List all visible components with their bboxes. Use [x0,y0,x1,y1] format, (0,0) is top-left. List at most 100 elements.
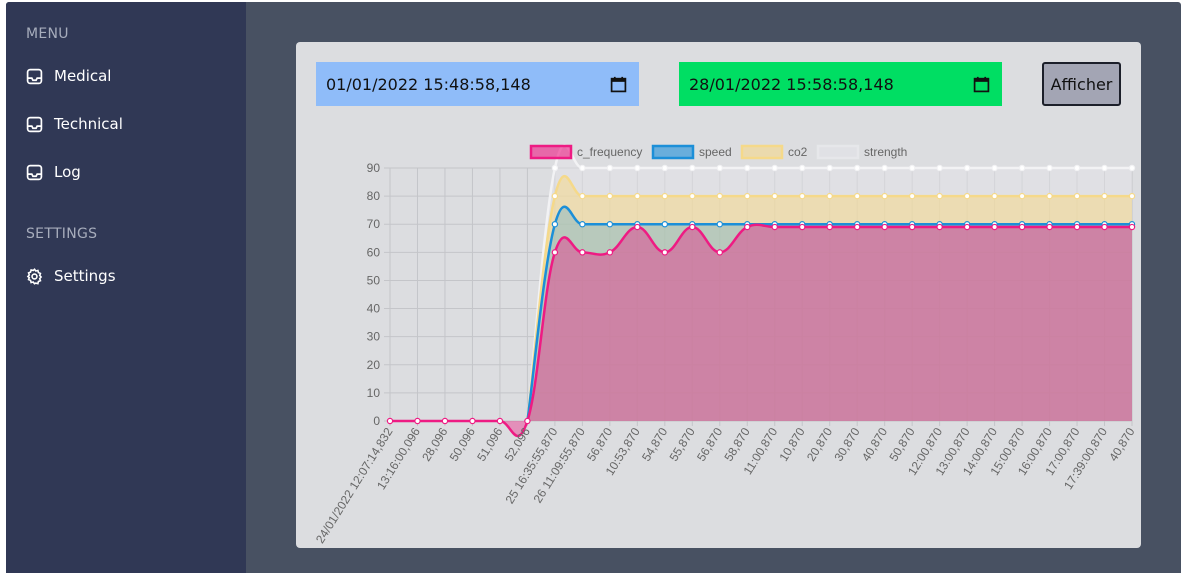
x-tick-label: 30,870 [831,425,862,464]
point-co2 [908,192,916,200]
legend-label-strength: strength [864,145,907,159]
point-co2 [606,192,614,200]
point-strength [1073,164,1081,172]
sidebar-item-label: Log [54,163,81,181]
point-strength [799,164,806,172]
point-co2 [991,192,998,200]
inbox-icon [26,164,43,181]
point-strength [716,164,723,172]
y-tick-label: 70 [367,217,381,231]
point-co2 [826,192,833,200]
point-strength [1046,164,1053,172]
point-co2 [1073,192,1081,200]
point-co2 [881,192,888,200]
x-tick-label: 54,870 [639,425,670,464]
point-c_frequency [606,249,614,256]
point-c_frequency [881,223,888,231]
point-c_frequency [908,223,916,231]
point-strength [826,164,833,172]
point-co2 [1101,192,1108,200]
sidebar-item-log[interactable]: Log [26,160,81,184]
point-strength [991,164,998,172]
point-strength [689,164,696,172]
menu-section-header: MENU [26,26,69,42]
sidebar-item-medical[interactable]: Medical [26,64,111,88]
sidebar-item-label: Settings [54,267,116,285]
point-strength [551,164,559,172]
point-c_frequency [1073,223,1081,231]
point-c_frequency [441,417,449,425]
point-speed [606,221,614,228]
point-speed [716,221,723,228]
point-co2 [579,192,586,200]
sidebar: MENU Medical Technical Log SETTINGS Sett… [6,2,246,573]
y-tick-label: 10 [367,386,381,400]
point-co2 [689,192,696,200]
y-tick-label: 0 [373,414,380,428]
point-strength [908,164,916,172]
sidebar-item-label: Technical [54,115,123,133]
point-co2 [799,192,806,200]
y-tick-label: 80 [367,189,381,203]
x-tick-label: 40,870 [1106,425,1137,464]
legend-label-co2: co2 [788,145,808,159]
point-strength [744,164,751,172]
x-tick-label: 56,870 [694,425,725,464]
point-strength [963,164,971,172]
point-strength [1101,164,1108,172]
x-tick-label: 10,870 [776,425,807,464]
y-tick-label: 40 [367,302,381,316]
point-co2 [634,192,641,200]
point-strength [853,164,861,172]
gear-icon [26,267,43,285]
x-tick-label: 50,096 [447,425,478,464]
point-co2 [1018,192,1026,200]
legend-label-speed: speed [699,145,732,159]
point-strength [661,164,669,172]
point-speed [661,221,669,228]
point-c_frequency [689,223,696,231]
y-tick-label: 30 [367,330,381,344]
legend-swatch-strength [816,144,860,160]
y-tick-label: 50 [367,273,381,287]
x-tick-label: 55,870 [667,425,698,464]
sidebar-item-settings[interactable]: Settings [26,264,116,288]
point-c_frequency [991,223,998,231]
point-strength [634,164,641,172]
legend-label-c_frequency: c_frequency [577,145,642,159]
area-c_frequency [390,224,1132,436]
point-co2 [771,192,778,200]
point-c_frequency [744,223,751,231]
sidebar-item-label: Medical [54,67,112,85]
app-shell: MENU Medical Technical Log SETTINGS Sett… [6,2,1181,573]
point-c_frequency [414,417,421,425]
x-tick-label: 40,870 [859,425,890,464]
point-c_frequency [963,223,971,231]
legend-swatch-speed [651,144,695,160]
point-strength [771,164,778,172]
point-c_frequency [853,223,861,231]
chart-card: 01/01/2022 15:48:58,148 28/01/2022 15:58… [296,42,1141,548]
point-c_frequency [634,223,641,231]
y-tick-label: 60 [367,245,381,259]
point-c_frequency [496,417,504,425]
inbox-icon [26,68,43,85]
point-strength [881,164,888,172]
point-co2 [661,192,669,200]
point-c_frequency [1018,223,1026,231]
point-c_frequency [469,417,476,425]
point-strength [936,164,943,172]
sidebar-item-technical[interactable]: Technical [26,112,123,136]
inbox-icon [26,116,43,133]
x-tick-label: 51,096 [474,425,505,464]
point-c_frequency [1128,223,1136,231]
y-tick-label: 20 [367,358,381,372]
legend-swatch-co2 [740,144,784,160]
point-strength [1018,164,1026,172]
point-c_frequency [799,223,806,231]
point-co2 [716,192,723,200]
point-co2 [963,192,971,200]
point-co2 [551,192,559,200]
point-c_frequency [826,223,833,231]
point-co2 [1046,192,1053,200]
